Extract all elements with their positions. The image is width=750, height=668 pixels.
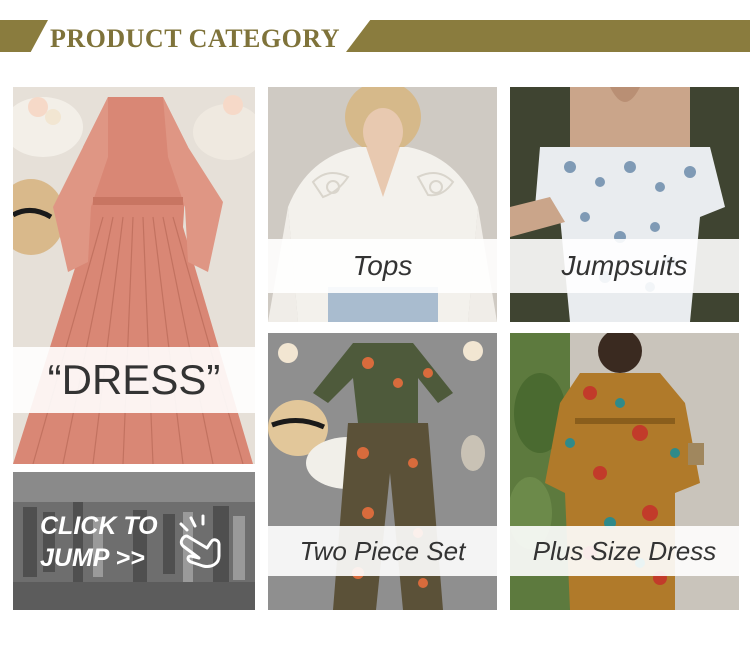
two-piece-label: Two Piece Set <box>299 535 466 566</box>
tops-label: Tops <box>352 250 413 281</box>
banner-bar-left <box>0 20 48 52</box>
category-tile-jumpsuits[interactable]: Jumpsuits <box>510 87 739 322</box>
cta-line-1: CLICK TO <box>40 512 158 540</box>
category-banner: PRODUCT CATEGORY <box>0 18 750 56</box>
category-tile-tops[interactable]: Tops <box>268 87 497 322</box>
jumpsuits-label: Jumpsuits <box>561 250 688 281</box>
cta-line-2: JUMP >> <box>40 544 145 572</box>
banner-title: PRODUCT CATEGORY <box>50 24 340 53</box>
category-tile-dress[interactable]: “DRESS” <box>13 87 255 464</box>
tops-label-band: Tops <box>268 239 497 293</box>
hand-pointer-icon <box>179 514 221 568</box>
two-piece-label-band: Two Piece Set <box>268 526 497 576</box>
category-tile-two-piece-set[interactable]: Two Piece Set <box>268 333 497 610</box>
jumpsuits-label-band: Jumpsuits <box>510 239 739 293</box>
category-tile-plus-size-dress[interactable]: Plus Size Dress <box>510 333 739 610</box>
click-to-jump-button[interactable]: CLICK TO JUMP >> <box>13 472 255 610</box>
banner-bar-right <box>346 20 750 52</box>
plus-size-label-band: Plus Size Dress <box>510 526 739 576</box>
dress-label: “DRESS” <box>47 356 221 403</box>
dress-label-band: “DRESS” <box>13 347 255 413</box>
plus-size-label: Plus Size Dress <box>532 535 717 566</box>
